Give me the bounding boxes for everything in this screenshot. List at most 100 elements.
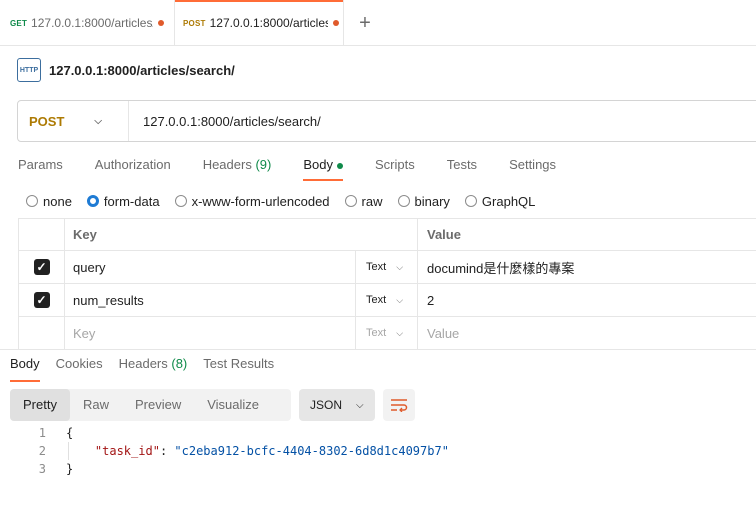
key-cell[interactable]: num_results — [65, 284, 356, 316]
value-cell[interactable]: documind是什麼樣的專案 — [418, 251, 756, 283]
row-check-cell: ✓ — [19, 284, 65, 316]
radio-graphql[interactable]: GraphQL — [464, 193, 536, 209]
radio-circle-icon — [26, 195, 38, 207]
radio-binary[interactable]: binary — [397, 193, 450, 209]
view-mode-group: Pretty Raw Preview Visualize — [10, 389, 291, 421]
json-value: "c2eba912-bcfc-4404-8302-6d8d1c4097b7" — [174, 444, 449, 458]
view-pretty-button[interactable]: Pretty — [10, 389, 70, 421]
chevron-down-icon: ⌵ — [396, 327, 404, 338]
url-bar: POST ⌵ 127.0.0.1:8000/articles/search/ — [17, 100, 756, 142]
code-line: 3 } — [0, 460, 756, 478]
code-key-value: "task_id": "c2eba912-bcfc-4404-8302-6d8d… — [46, 442, 449, 460]
request-tabs: Params Authorization Headers (9) Body Sc… — [18, 153, 588, 181]
request-header: HTTP 127.0.0.1:8000/articles/search/ — [17, 57, 235, 83]
key-cell[interactable]: query — [65, 251, 356, 283]
view-raw-button[interactable]: Raw — [70, 389, 122, 421]
line-number: 3 — [38, 462, 46, 476]
response-headers-count: (8) — [171, 356, 188, 371]
view-preview-button[interactable]: Preview — [122, 389, 194, 421]
method-value: POST — [29, 113, 65, 129]
radio-label: form-data — [103, 193, 160, 209]
type-dropdown[interactable]: Text ⌵ — [356, 251, 418, 283]
radio-label: x-www-form-urlencoded — [191, 193, 330, 209]
type-value: Text — [366, 261, 387, 273]
wrap-lines-icon — [391, 399, 408, 412]
code-line: 2 "task_id": "c2eba912-bcfc-4404-8302-6d… — [0, 442, 756, 460]
response-tabs: Body Cookies Headers (8) Test Results — [0, 349, 756, 382]
tab-body[interactable]: Body — [303, 153, 343, 181]
http-request-icon: HTTP — [17, 58, 41, 82]
tab-post-articles[interactable]: POST 127.0.0.1:8000/articles, — [174, 0, 344, 46]
radio-circle-icon — [397, 195, 410, 207]
radio-label: none — [43, 193, 72, 209]
table-row: ✓ query Text ⌵ documind是什麼樣的專案 — [19, 251, 756, 284]
radio-circle-icon — [344, 195, 357, 207]
tab-strip: GET 127.0.0.1:8000/articles/t POST 127.0… — [0, 0, 756, 46]
table-header-row: Key Value — [19, 219, 756, 251]
tab-params[interactable]: Params — [18, 153, 63, 181]
chevron-down-icon: ⌵ — [396, 294, 404, 305]
line-number: 2 — [38, 444, 46, 458]
tab-body-label: Body — [303, 157, 333, 172]
body-indicator-dot-icon — [336, 162, 343, 169]
tab-method-label: POST — [183, 18, 206, 28]
type-dropdown[interactable]: Text ⌵ — [356, 284, 418, 316]
row-check-cell — [19, 317, 65, 349]
view-visualize-button[interactable]: Visualize — [194, 389, 272, 421]
radio-label: GraphQL — [481, 193, 536, 209]
tab-method-label: GET — [10, 18, 28, 28]
radio-circle-icon — [464, 195, 477, 207]
new-key-input[interactable]: Key — [65, 317, 356, 349]
tab-url-label: 127.0.0.1:8000/articles/t — [31, 16, 154, 30]
radio-circle-icon — [86, 195, 99, 207]
value-column-header: Value — [427, 227, 461, 242]
unsaved-dot-icon — [158, 20, 165, 26]
type-column-header — [356, 219, 418, 250]
url-input[interactable]: 127.0.0.1:8000/articles/search/ — [129, 114, 321, 129]
tab-url-label: 127.0.0.1:8000/articles, — [209, 16, 328, 30]
radio-label: raw — [361, 193, 383, 209]
table-row-new: Key Text ⌵ Value — [19, 317, 756, 350]
response-headers-label: Headers — [118, 356, 168, 371]
row-enabled-checkbox[interactable]: ✓ — [33, 292, 50, 308]
form-data-table: Key Value ✓ query Text ⌵ documind是什麼樣的專案 … — [18, 218, 756, 350]
json-key: "task_id" — [94, 444, 160, 458]
format-dropdown[interactable]: JSON ⌵ — [299, 389, 375, 421]
tab-headers[interactable]: Headers (9) — [203, 153, 272, 181]
radio-form-data[interactable]: form-data — [86, 193, 160, 209]
chevron-down-icon: ⌵ — [94, 115, 102, 127]
radio-urlencoded[interactable]: x-www-form-urlencoded — [174, 193, 330, 209]
key-column-header: Key — [73, 227, 97, 242]
new-tab-plus-icon[interactable]: + — [352, 10, 378, 36]
response-tab-test-results[interactable]: Test Results — [203, 356, 274, 382]
code-line: 1 { — [0, 424, 756, 442]
tab-tests[interactable]: Tests — [447, 153, 477, 181]
wrap-lines-button[interactable] — [383, 389, 415, 421]
chevron-down-icon: ⌵ — [356, 399, 364, 411]
new-value-input[interactable]: Value — [418, 317, 756, 349]
response-tab-cookies[interactable]: Cookies — [56, 356, 103, 382]
method-dropdown[interactable]: POST ⌵ — [18, 101, 129, 141]
request-title[interactable]: 127.0.0.1:8000/articles/search/ — [49, 63, 235, 78]
tab-authorization[interactable]: Authorization — [95, 153, 171, 181]
json-colon: : — [159, 444, 175, 458]
body-type-radios: none form-data x-www-form-urlencoded raw… — [26, 192, 550, 210]
tab-settings[interactable]: Settings — [509, 153, 556, 181]
radio-circle-icon — [174, 195, 187, 207]
chevron-down-icon: ⌵ — [396, 261, 404, 272]
tab-headers-label: Headers — [202, 157, 252, 172]
line-number: 1 — [38, 426, 46, 440]
radio-raw[interactable]: raw — [344, 193, 383, 209]
header-check-cell — [19, 219, 65, 250]
unsaved-dot-icon — [332, 20, 339, 26]
response-tab-body[interactable]: Body — [10, 356, 40, 382]
response-body-code[interactable]: 1 { 2 "task_id": "c2eba912-bcfc-4404-830… — [0, 424, 756, 478]
radio-label: binary — [414, 193, 450, 209]
tab-scripts[interactable]: Scripts — [375, 153, 415, 181]
radio-none[interactable]: none — [26, 194, 72, 209]
type-dropdown[interactable]: Text ⌵ — [356, 317, 418, 349]
tab-get-articles[interactable]: GET 127.0.0.1:8000/articles/t — [10, 0, 170, 46]
response-tab-headers[interactable]: Headers (8) — [119, 356, 188, 382]
row-enabled-checkbox[interactable]: ✓ — [33, 259, 50, 275]
value-cell[interactable]: 2 — [418, 284, 756, 316]
